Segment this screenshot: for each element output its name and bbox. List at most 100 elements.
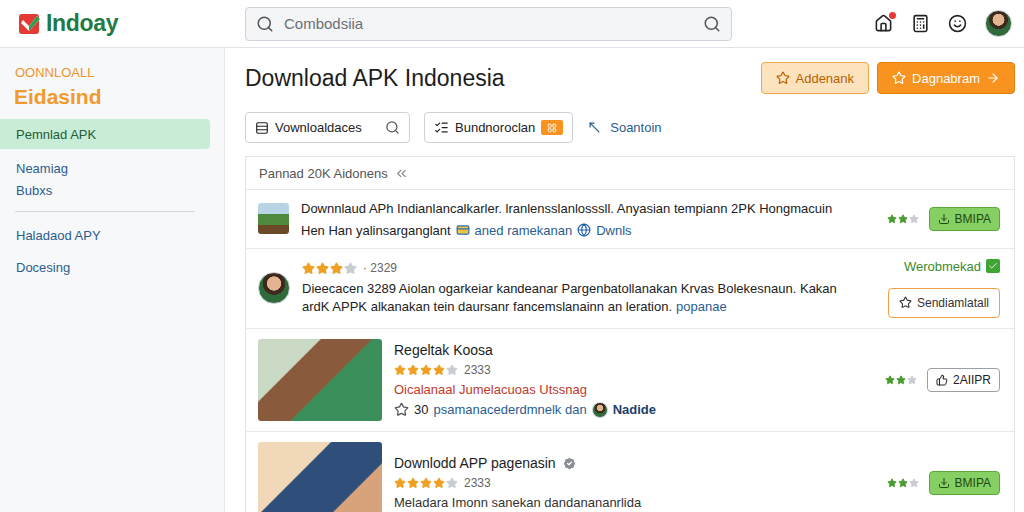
notification-dot: [889, 12, 896, 19]
meta-count: 30: [414, 402, 428, 417]
sidebar-item[interactable]: Haladaod APY: [0, 224, 210, 246]
row-meta: 30 psamanacederdmnelk dan Nadide: [394, 402, 856, 418]
sidebar-item[interactable]: Bubxs: [0, 179, 210, 201]
row-side: 2AIIPR: [868, 368, 1000, 392]
smile-icon: [948, 14, 967, 33]
top-icons: [874, 10, 1024, 37]
action-button[interactable]: BMIPA: [929, 207, 1000, 231]
star-rating: [394, 477, 458, 489]
author-name[interactable]: Nadide: [613, 402, 656, 417]
app-thumbnail: [258, 203, 289, 234]
list-row[interactable]: Downlodd APP pagenasin2333Meladara Imonn…: [246, 432, 1014, 512]
thumbs-up-icon: [936, 374, 948, 386]
recommended-badge: Werobmekad: [904, 259, 1000, 274]
rating-count: 2333: [464, 363, 491, 377]
row-side: BMIPA: [868, 471, 1000, 495]
action-button[interactable]: 2AIIPR: [927, 368, 1000, 392]
profile-avatar[interactable]: [985, 10, 1012, 37]
arrow-icon: [587, 120, 602, 135]
star-icon: [407, 477, 419, 489]
star-rating: [887, 214, 919, 224]
search-box: [245, 7, 732, 41]
star-icon: [316, 262, 329, 275]
filter-link[interactable]: Soantoin: [587, 120, 661, 135]
star-icon: [394, 364, 406, 376]
item-title[interactable]: Downlodd APP pagenasin: [394, 455, 856, 471]
brand[interactable]: Indoay: [0, 10, 245, 37]
brand-name: Indoay: [46, 10, 118, 37]
row-link[interactable]: popanae: [676, 299, 727, 314]
main-content: Download APK Indonesia AddenankDagnabram V…: [225, 48, 1024, 512]
item-subtitle: Oicalanaal Jumelacuoas Utssnag: [394, 382, 856, 397]
download-icon: [938, 477, 950, 489]
sidebar-item[interactable]: Neamiag: [0, 157, 210, 179]
star-icon: [898, 478, 908, 488]
star-icon: [433, 477, 445, 489]
sidebar-item[interactable]: Pemnlad APK: [0, 119, 210, 149]
star-rating: [394, 364, 458, 376]
collapse-icon[interactable]: [394, 166, 409, 181]
search-icon[interactable]: [703, 15, 721, 33]
meta-link[interactable]: aned ramekanan: [475, 223, 573, 238]
app-photo: [258, 442, 382, 512]
item-title[interactable]: Regeltak Koosa: [394, 342, 856, 358]
meta-text: Hen Han yalinsarganglant: [301, 223, 451, 238]
filter-search[interactable]: Vownloaldaces: [245, 112, 410, 143]
star-icon: [896, 375, 906, 385]
filter-bar: Vownloaldaces Bundnoroclan Soantoin: [245, 112, 1015, 143]
rating-line: 2333: [394, 363, 856, 377]
sidebar: OONNLOALLEidasindPemnlad APKNeamiagBubxs…: [0, 48, 225, 512]
row-side: BMIPA: [868, 207, 1000, 231]
star-rating: [302, 262, 357, 275]
star-icon: [446, 364, 458, 376]
rating-line: 2333: [394, 476, 856, 490]
star-rating: [885, 375, 917, 385]
emoji-button[interactable]: [948, 14, 967, 33]
star-icon: [892, 71, 906, 85]
sidebar-kicker: OONNLOALL: [0, 65, 224, 80]
filter-dropdown[interactable]: Bundnoroclan: [424, 112, 573, 143]
sidebar-divider: [15, 211, 195, 212]
star-icon: [330, 262, 343, 275]
home-button[interactable]: [874, 14, 893, 33]
list-row[interactable]: Downnlaud APh Indianlancalkarler. lranle…: [246, 190, 1014, 249]
star-icon: [344, 262, 357, 275]
primary-button[interactable]: Dagnabram: [877, 62, 1015, 94]
card-icon: [456, 223, 470, 237]
rating-count: 2333: [464, 476, 491, 490]
checklist-icon: [434, 120, 449, 135]
rating-line: · 2329: [302, 261, 856, 275]
star-icon: [420, 477, 432, 489]
meta-link[interactable]: psamanacederdmnelk dan: [433, 402, 586, 417]
globe-icon: [577, 223, 591, 237]
star-outline-icon[interactable]: [394, 402, 409, 417]
arrow-right-icon: [986, 71, 1000, 85]
row-meta: Hen Han yalinsarganglant aned ramekanan Dw…: [301, 223, 856, 238]
action-button[interactable]: BMIPA: [929, 471, 1000, 495]
sidebar-item[interactable]: Docesing: [0, 256, 210, 278]
sidebar-group: Haladaod APY Docesing: [0, 224, 224, 278]
search-icon: [385, 120, 400, 135]
star-icon: [887, 478, 897, 488]
meta-link[interactable]: Dwnls: [596, 223, 631, 238]
rating-count: · 2329: [363, 261, 397, 275]
author-avatar: [592, 402, 608, 418]
list-row[interactable]: Regeltak Koosa 2333 Oicalanaal Jumelacuoas…: [246, 329, 1014, 432]
page: IndoayOONNLOALLEidasindPemnlad APKNeamia…: [0, 0, 1024, 512]
row-side: Werobmekad Sendiamlatall: [868, 259, 1000, 318]
star-icon: [907, 375, 917, 385]
star-icon: [433, 364, 445, 376]
search-input[interactable]: [282, 14, 695, 33]
calculator-button[interactable]: [911, 14, 930, 33]
bookmark-button[interactable]: Addenank: [761, 62, 870, 94]
page-title: Download APK Indonesia: [245, 65, 505, 92]
action-button[interactable]: Sendiamlatall: [888, 288, 1000, 318]
list-row[interactable]: · 2329Dieecacen 3289 Aiolan ogarkeiar ka…: [246, 249, 1014, 329]
calculator-icon: [911, 14, 930, 33]
star-icon: [420, 364, 432, 376]
star-icon: [909, 478, 919, 488]
logo-icon: [18, 12, 42, 36]
star-icon: [776, 71, 790, 85]
app-list: Pannad 20K AidonensDownnlaud APh Indianl…: [245, 156, 1015, 512]
star-icon: [394, 477, 406, 489]
